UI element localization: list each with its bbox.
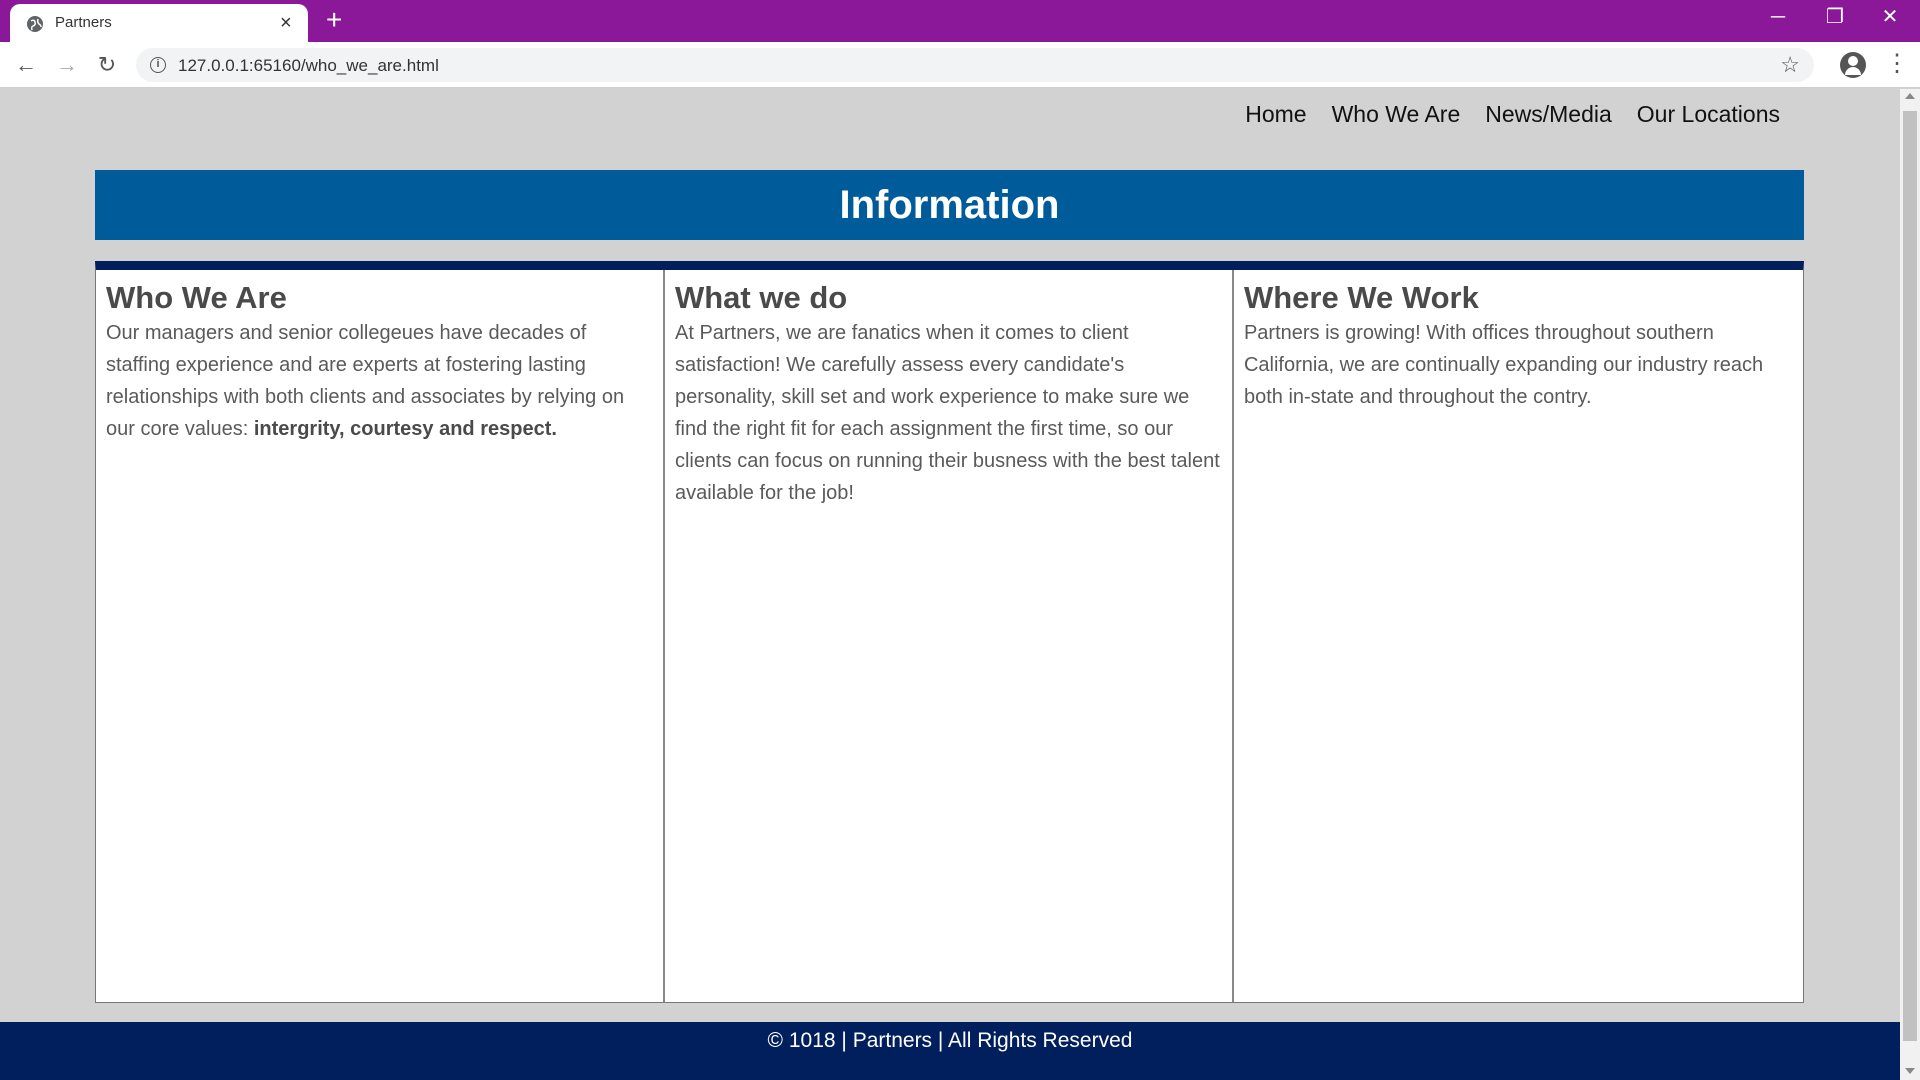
reload-icon[interactable]: ↻ bbox=[93, 52, 121, 78]
scrollbar-thumb[interactable] bbox=[1903, 111, 1917, 1041]
information-banner: Information bbox=[95, 170, 1804, 240]
profile-avatar-icon[interactable] bbox=[1840, 52, 1866, 78]
bookmark-star-icon[interactable]: ☆ bbox=[1780, 52, 1800, 78]
back-arrow-icon[interactable]: ← bbox=[12, 52, 40, 78]
tab-title: Partners bbox=[55, 14, 112, 31]
new-tab-button[interactable]: + bbox=[326, 6, 342, 34]
column-what-we-do: What we do At Partners, we are fanatics … bbox=[665, 270, 1234, 1002]
forward-arrow-icon[interactable]: → bbox=[53, 52, 81, 78]
column-text: Partners is growing! With offices throug… bbox=[1243, 322, 1764, 408]
column-heading: Where We Work bbox=[1243, 280, 1479, 315]
window-close-button[interactable]: ✕ bbox=[1870, 6, 1910, 28]
browser-titlebar: Partners × + ─ ❐ ✕ bbox=[0, 0, 1920, 42]
site-info-icon[interactable]: i bbox=[150, 57, 166, 73]
vertical-scrollbar[interactable] bbox=[1900, 89, 1920, 1080]
column-text: Our managers and senior collegeues have … bbox=[106, 322, 625, 440]
column-heading: What we do bbox=[674, 280, 848, 315]
column-text: At Partners, we are fanatics when it com… bbox=[674, 322, 1220, 504]
page-viewport: Home Who We Are News/Media Our Locations… bbox=[0, 89, 1900, 1080]
nav-link-home[interactable]: Home bbox=[1245, 101, 1306, 128]
browser-toolbar: ← → ↻ i 127.0.0.1:65160/who_we_are.html … bbox=[0, 42, 1920, 88]
browser-menu-icon[interactable]: ⋮ bbox=[1885, 50, 1909, 78]
url-text[interactable]: 127.0.0.1:65160/who_we_are.html bbox=[178, 56, 439, 76]
scroll-up-icon[interactable] bbox=[1905, 93, 1915, 99]
nav-link-who-we-are[interactable]: Who We Are bbox=[1332, 101, 1461, 128]
address-bar[interactable]: i 127.0.0.1:65160/who_we_are.html ☆ bbox=[136, 48, 1814, 82]
globe-icon bbox=[27, 16, 43, 32]
window-restore-button[interactable]: ❐ bbox=[1815, 6, 1855, 28]
core-values-text: intergrity, courtesy and respect. bbox=[253, 418, 557, 440]
site-navigation: Home Who We Are News/Media Our Locations bbox=[1245, 101, 1780, 128]
column-who-we-are: Who We Are Our managers and senior colle… bbox=[96, 270, 665, 1002]
window-minimize-button[interactable]: ─ bbox=[1758, 6, 1798, 28]
info-columns: Who We Are Our managers and senior colle… bbox=[95, 261, 1804, 1003]
nav-link-our-locations[interactable]: Our Locations bbox=[1637, 101, 1780, 128]
column-heading: Who We Are bbox=[106, 280, 287, 315]
column-where-we-work: Where We Work Partners is growing! With … bbox=[1234, 270, 1803, 1002]
browser-tab[interactable]: Partners × bbox=[10, 4, 308, 42]
copyright-text: © 1018 | Partners | All Rights Reserved bbox=[767, 1029, 1133, 1052]
scroll-down-icon[interactable] bbox=[1905, 1068, 1915, 1074]
nav-link-news-media[interactable]: News/Media bbox=[1485, 101, 1612, 128]
tab-close-icon[interactable]: × bbox=[280, 13, 292, 33]
site-footer: © 1018 | Partners | All Rights Reserved bbox=[0, 1022, 1900, 1080]
